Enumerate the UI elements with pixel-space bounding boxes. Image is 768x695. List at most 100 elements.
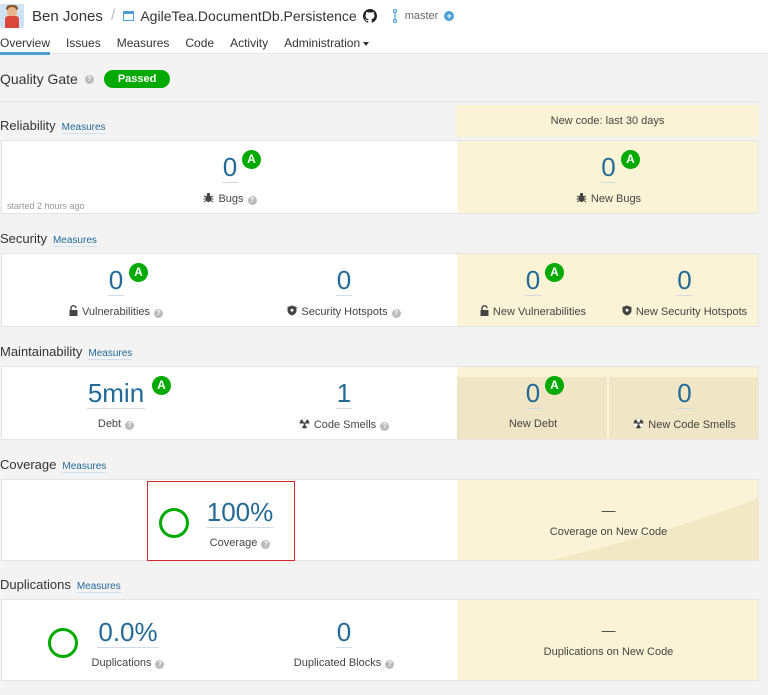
breadcrumb-separator: / (110, 7, 116, 24)
duplications-label: Duplications (91, 657, 152, 669)
code-smells-value[interactable]: 1 (335, 378, 353, 409)
help-icon[interactable]: ? (155, 660, 165, 669)
maintainability-measures-link[interactable]: Measures (88, 348, 133, 360)
shield-icon (287, 305, 297, 316)
lock-icon (480, 305, 489, 316)
quality-gate: Quality Gate ? Passed (0, 68, 171, 90)
breadcrumb: Ben Jones / AgileTea.DocumentDb.Persiste… (0, 4, 455, 28)
help-icon[interactable]: ? (247, 196, 257, 205)
debt-value[interactable]: 5min (86, 378, 146, 409)
analysis-started: started 2 hours ago (7, 201, 85, 211)
project-icon (123, 11, 135, 21)
new-coverage-label: Coverage on New Code (549, 526, 668, 538)
coverage-highlight-box (147, 481, 295, 561)
security-title: Security (0, 231, 47, 246)
hotspots-value[interactable]: 0 (335, 265, 353, 296)
debt-cell: 5min Debt? (2, 378, 230, 430)
tab-overview[interactable]: Overview (0, 36, 51, 55)
breadcrumb-user[interactable]: Ben Jones (32, 8, 103, 25)
section-title-reliability: Reliability Measures (0, 118, 106, 134)
chevron-down-icon (363, 41, 370, 46)
tab-administration[interactable]: Administration (284, 36, 370, 54)
hotspots-label: Security Hotspots (301, 306, 388, 318)
new-bugs-value[interactable]: 0 (600, 152, 617, 183)
new-vulnerabilities-cell: 0 New Vulnerabilities (457, 265, 609, 318)
coverage-panel: 100% Coverage? — Coverage on New Code (1, 479, 759, 561)
debt-rating-badge[interactable]: A (152, 376, 171, 395)
bugs-cell: 0 Bugs? (2, 152, 458, 205)
bugs-value[interactable]: 0 (221, 152, 239, 183)
new-hotspots-cell: 0 New Security Hotspots (609, 265, 760, 318)
bug-icon (203, 192, 214, 203)
tab-measures[interactable]: Measures (117, 36, 170, 54)
help-icon[interactable]: ? (385, 660, 395, 669)
quality-gate-status-badge: Passed (103, 70, 171, 88)
quality-gate-title: Quality Gate (0, 71, 78, 87)
new-coverage-cell: — Coverage on New Code (457, 502, 760, 538)
maintainability-title: Maintainability (0, 344, 83, 359)
new-debt-label: New Debt (508, 418, 558, 430)
branch-icon (392, 9, 397, 23)
vulnerabilities-cell: 0 Vulnerabilities? (2, 265, 230, 318)
new-hotspots-value[interactable]: 0 (676, 265, 693, 296)
help-icon[interactable]: ? (380, 422, 390, 431)
code-smells-label: Code Smells (313, 419, 377, 431)
branch-name[interactable]: master (405, 10, 439, 22)
section-title-maintainability: Maintainability Measures (0, 344, 133, 360)
new-code-smells-label: New Code Smells (648, 419, 736, 431)
duplications-panel: 0.0% Duplications? 0 Duplicated Blocks? … (1, 599, 759, 681)
tab-issues[interactable]: Issues (66, 36, 101, 54)
duplications-measures-link[interactable]: Measures (76, 581, 121, 593)
bug-icon (576, 192, 587, 203)
section-title-security: Security Measures (0, 231, 97, 247)
new-code-smells-value[interactable]: 0 (676, 378, 693, 409)
coverage-title: Coverage (0, 457, 57, 472)
tab-activity[interactable]: Activity (230, 36, 268, 54)
bugs-label: Bugs (218, 193, 244, 205)
reliability-measures-link[interactable]: Measures (61, 122, 106, 134)
plus-icon[interactable]: + (444, 11, 455, 21)
breadcrumb-project[interactable]: AgileTea.DocumentDb.Persistence (140, 8, 356, 24)
duplications-cell: 0.0% Duplications? (82, 617, 174, 669)
new-bugs-cell: 0 New Bugs (457, 152, 760, 205)
radiation-icon (299, 418, 310, 429)
nav-tabs: Overview Issues Measures Code Activity A… (0, 36, 385, 55)
new-debt-rating-badge[interactable]: A (545, 376, 564, 395)
new-vulnerabilities-label: New Vulnerabilities (492, 306, 587, 318)
lock-icon (69, 305, 78, 316)
hotspots-cell: 0 Security Hotspots? (230, 265, 458, 318)
vulnerabilities-rating-badge[interactable]: A (129, 263, 148, 282)
help-icon[interactable]: ? (391, 309, 401, 318)
duplications-value[interactable]: 0.0% (97, 617, 159, 648)
duplicated-blocks-value[interactable]: 0 (335, 617, 353, 648)
new-debt-value[interactable]: 0 (524, 378, 542, 409)
tab-code[interactable]: Code (185, 36, 214, 54)
new-vulnerabilities-rating-badge[interactable]: A (545, 263, 564, 282)
tab-administration-label: Administration (284, 36, 361, 50)
avatar[interactable] (0, 4, 24, 28)
duplicated-blocks-label: Duplicated Blocks (293, 657, 382, 669)
bugs-rating-badge[interactable]: A (242, 150, 261, 169)
reliability-panel: 0 Bugs? A started 2 hours ago 0 New Bugs… (1, 140, 759, 214)
vulnerabilities-label: Vulnerabilities (81, 306, 151, 318)
duplications-donut-icon (48, 628, 78, 658)
new-coverage-value: — (601, 502, 616, 518)
new-vulnerabilities-value[interactable]: 0 (524, 265, 542, 296)
new-bugs-label: New Bugs (590, 193, 642, 205)
new-duplications-label: Duplications on New Code (543, 646, 674, 658)
shield-icon (622, 305, 632, 316)
maintainability-panel: 5min Debt? A 1 Code Smells? 0 New Debt A… (1, 366, 759, 440)
help-icon[interactable]: ? (125, 421, 135, 430)
new-duplications-cell: — Duplications on New Code (457, 622, 760, 658)
duplications-title: Duplications (0, 577, 71, 592)
new-code-period: New code: last 30 days (456, 105, 759, 137)
coverage-measures-link[interactable]: Measures (62, 461, 107, 473)
new-bugs-rating-badge[interactable]: A (621, 150, 640, 169)
help-icon[interactable]: ? (154, 309, 164, 318)
divider (0, 101, 759, 102)
radiation-icon (633, 418, 644, 429)
vulnerabilities-value[interactable]: 0 (107, 265, 125, 296)
help-icon[interactable]: ? (84, 74, 94, 84)
github-icon[interactable] (362, 9, 377, 23)
security-measures-link[interactable]: Measures (52, 235, 97, 247)
